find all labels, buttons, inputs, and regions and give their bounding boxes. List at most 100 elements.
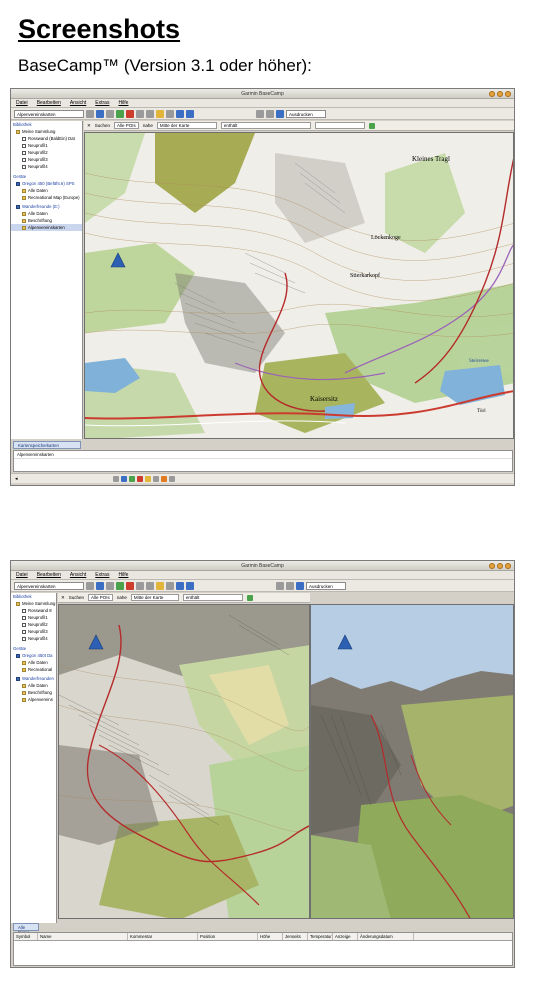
route-icon[interactable] — [136, 581, 144, 590]
print-combo[interactable]: Ausdrucken — [286, 109, 326, 118]
column-header[interactable]: Kommentar — [128, 933, 198, 940]
list-view-icon[interactable] — [113, 475, 119, 482]
remove-icon[interactable] — [137, 475, 143, 482]
track-icon[interactable] — [146, 109, 154, 118]
search-location-select[interactable]: Mitte der Karte — [156, 122, 217, 129]
flag-icon[interactable] — [126, 109, 134, 118]
close-search-icon[interactable]: ✕ — [87, 123, 91, 129]
column-header[interactable]: Name — [38, 933, 128, 940]
device-item[interactable]: Recreational Map (Europe) — [11, 194, 82, 201]
column-header[interactable]: Höhe — [258, 933, 283, 940]
device-item[interactable]: Recreational — [11, 666, 56, 673]
topo-map-2d[interactable] — [58, 604, 310, 919]
globe-icon[interactable] — [296, 581, 304, 590]
column-header[interactable]: Symbol — [14, 933, 38, 940]
device-item[interactable]: Oregon 450 (Befäht.6) SPS — [11, 180, 82, 187]
2d-view-icon[interactable] — [176, 109, 184, 118]
go-icon[interactable] — [368, 122, 375, 129]
list-item[interactable]: Alpenvereinskarten — [14, 451, 512, 459]
column-header[interactable]: Anzeige — [333, 933, 358, 940]
zoom-out-icon[interactable] — [96, 581, 104, 590]
close-button[interactable] — [505, 91, 511, 97]
menu-edit[interactable]: Bearbeiten — [37, 100, 61, 106]
menu-file[interactable]: Datei — [16, 572, 28, 578]
library-item[interactable]: Neuprofil3 — [11, 156, 82, 163]
zoom-out-icon[interactable] — [96, 109, 104, 118]
minimize-button[interactable] — [489, 563, 495, 569]
track-icon[interactable] — [146, 581, 154, 590]
column-header[interactable]: Änderungsdatum — [358, 933, 414, 940]
pan-icon[interactable] — [106, 581, 114, 590]
watch-item[interactable]: Wanderfreunde (E:) — [11, 203, 82, 210]
menu-tools[interactable]: Extras — [95, 572, 109, 578]
library-item[interactable]: Neuprofil1 — [11, 142, 82, 149]
device-item[interactable]: Alle Daten — [11, 187, 82, 194]
select-icon[interactable] — [116, 109, 124, 118]
library-item[interactable]: Neuprofil1 — [11, 614, 56, 621]
zoom-in-icon[interactable] — [86, 581, 94, 590]
search-input[interactable] — [314, 122, 365, 129]
print-combo[interactable]: Ausdrucken — [306, 581, 346, 590]
flag-icon[interactable] — [126, 581, 134, 590]
layers-icon[interactable] — [266, 109, 274, 118]
device-item[interactable]: Oregon 450t Da — [11, 652, 56, 659]
search-mode-select[interactable]: enthält — [182, 594, 243, 601]
topo-map-2d[interactable]: Kleines Tragl Löckenkoge Stierkarkopf Ka… — [84, 132, 514, 439]
library-item[interactable]: Meine Sammlung — [11, 128, 82, 135]
search-location-select[interactable]: Mitte der Karte — [130, 594, 179, 601]
menu-edit[interactable]: Bearbeiten — [37, 572, 61, 578]
library-item[interactable]: Neuprofil2 — [11, 149, 82, 156]
maximize-button[interactable] — [497, 563, 503, 569]
library-item[interactable]: Rosswand 8 — [11, 607, 56, 614]
watch-child-item[interactable]: Alle Daten — [11, 210, 82, 217]
watch-child-item[interactable]: Alle Daten — [11, 682, 56, 689]
minimize-button[interactable] — [489, 91, 495, 97]
library-item[interactable]: Rosswand (BaldEin) Dat — [11, 135, 82, 142]
search-scope-select[interactable]: Alle POIs — [88, 594, 113, 601]
watch-child-item[interactable]: Alpenvereins — [11, 696, 56, 703]
tab-map-cards[interactable]: Kartenspeicherkarten — [13, 441, 81, 449]
scroll-left-icon[interactable]: ◂ — [15, 476, 111, 482]
go-icon[interactable] — [246, 594, 253, 601]
map-icon[interactable] — [276, 581, 284, 590]
search-scope-select[interactable]: Alle POIs — [114, 122, 139, 129]
library-item[interactable]: Neuprofil4 — [11, 163, 82, 170]
menu-help[interactable]: Hilfe — [118, 100, 128, 106]
map-product-combo[interactable]: Alpenvereinskarten — [14, 109, 84, 118]
library-item[interactable]: Neuprofil3 — [11, 628, 56, 635]
close-button[interactable] — [505, 563, 511, 569]
library-item[interactable]: Neuprofil4 — [11, 635, 56, 642]
globe-icon[interactable] — [276, 109, 284, 118]
2d-view-icon[interactable] — [176, 581, 184, 590]
3d-view-icon[interactable] — [186, 581, 194, 590]
text-view-icon[interactable] — [121, 475, 127, 482]
menu-view[interactable]: Ansicht — [70, 100, 86, 106]
3d-view-icon[interactable] — [186, 109, 194, 118]
watch-child-item[interactable]: Alpenvereinskarten — [11, 224, 82, 231]
measure-icon[interactable] — [156, 109, 164, 118]
column-header[interactable]: Jenseits — [283, 933, 308, 940]
watch-child-item[interactable]: Beschriftung — [11, 689, 56, 696]
column-header[interactable]: Position — [198, 933, 258, 940]
erase-icon[interactable] — [166, 581, 174, 590]
erase-icon[interactable] — [166, 109, 174, 118]
tab-all-data[interactable]: Alle Daten — [13, 923, 39, 935]
library-item[interactable]: Neuprofil2 — [11, 621, 56, 628]
layers-icon[interactable] — [286, 581, 294, 590]
map-icon[interactable] — [256, 109, 264, 118]
menu-file[interactable]: Datei — [16, 100, 28, 106]
route-icon[interactable] — [136, 109, 144, 118]
measure-icon[interactable] — [156, 581, 164, 590]
column-header[interactable]: Temperatur — [308, 933, 333, 940]
edit-icon[interactable] — [145, 475, 151, 482]
settings-icon[interactable] — [169, 475, 175, 482]
search-mode-select[interactable]: enthält — [220, 122, 311, 129]
terrain-3d-view[interactable] — [310, 604, 514, 919]
watch-item[interactable]: Wanderfreunden — [11, 675, 56, 682]
select-icon[interactable] — [116, 581, 124, 590]
map-product-combo[interactable]: Alpenvereinskarten — [14, 581, 84, 590]
maximize-button[interactable] — [497, 91, 503, 97]
filter-icon[interactable] — [153, 475, 159, 482]
menu-help[interactable]: Hilfe — [118, 572, 128, 578]
add-icon[interactable] — [129, 475, 135, 482]
